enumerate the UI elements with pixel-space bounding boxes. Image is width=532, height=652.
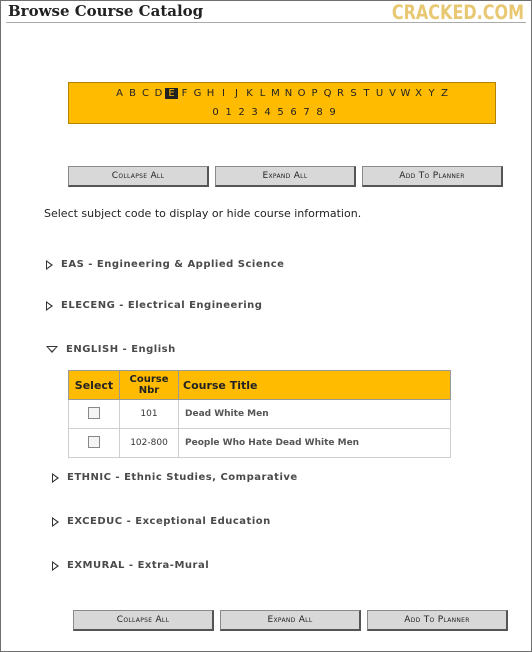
letter-link-g[interactable]: G	[191, 88, 204, 99]
brand-logo: CRACKED.COM	[391, 1, 524, 24]
subject-name: Engineering & Applied Science	[96, 259, 285, 270]
letter-link-l[interactable]: L	[256, 88, 269, 99]
subject-separator: -	[111, 472, 125, 483]
letter-link-s[interactable]: S	[347, 88, 360, 99]
course-nbr-cell: 102-800	[119, 428, 179, 458]
letter-link-h[interactable]: H	[204, 88, 217, 99]
letter-link-f[interactable]: F	[178, 88, 191, 99]
subject-english[interactable]: ENGLISH - English	[46, 344, 176, 355]
subject-exmural[interactable]: EXMURAL - Extra-Mural	[52, 560, 209, 571]
subject-exceduc[interactable]: EXCEDUC - Exceptional Education	[52, 516, 271, 527]
course-nbr-header: Course Nbr	[119, 370, 179, 400]
subject-code: ELECENG	[61, 300, 116, 311]
digit-link-4[interactable]: 4	[261, 107, 274, 118]
letter-link-u[interactable]: U	[373, 88, 386, 99]
digit-link-0[interactable]: 0	[209, 107, 222, 118]
subject-code: ETHNIC	[67, 472, 112, 483]
letter-link-m[interactable]: M	[269, 88, 282, 99]
letter-link-a[interactable]: A	[113, 88, 126, 99]
letter-link-j[interactable]: J	[230, 88, 243, 99]
expand-arrow-icon	[52, 516, 59, 527]
collapse-arrow-icon	[46, 346, 58, 353]
subject-code: EXMURAL	[67, 560, 125, 571]
letter-row: ABCDEFGHIJKLMNOPQRSTUVWXYZ	[69, 88, 495, 99]
course-title-cell: People Who Hate Dead White Men	[178, 428, 451, 458]
table-row: 101 Dead White Men	[68, 399, 451, 429]
subject-name: Exceptional Education	[135, 516, 271, 527]
collapse-all-button[interactable]: Collapse All	[73, 610, 214, 631]
letter-link-y[interactable]: Y	[425, 88, 438, 99]
letter-link-z[interactable]: Z	[438, 88, 451, 99]
digit-link-5[interactable]: 5	[274, 107, 287, 118]
top-button-row: Collapse All Expand All Add To Planner	[68, 166, 503, 187]
alphabet-bar: ABCDEFGHIJKLMNOPQRSTUVWXYZ 0123456789	[68, 82, 496, 124]
expand-arrow-icon	[52, 560, 59, 571]
letter-link-t[interactable]: T	[360, 88, 373, 99]
subject-separator: -	[122, 516, 136, 527]
bottom-button-row: Collapse All Expand All Add To Planner	[73, 610, 508, 631]
collapse-all-button[interactable]: Collapse All	[68, 166, 209, 187]
letter-link-x[interactable]: X	[412, 88, 425, 99]
subject-eas[interactable]: EAS - Engineering & Applied Science	[46, 259, 284, 270]
subject-name: Ethnic Studies, Comparative	[124, 472, 298, 483]
select-header: Select	[68, 370, 120, 400]
title-divider	[6, 22, 526, 23]
letter-link-c[interactable]: C	[139, 88, 152, 99]
course-title-cell: Dead White Men	[178, 399, 451, 429]
letter-link-p[interactable]: P	[308, 88, 321, 99]
expand-arrow-icon	[46, 300, 53, 311]
letter-link-i[interactable]: I	[217, 88, 230, 99]
instruction-text: Select subject code to display or hide c…	[44, 207, 362, 220]
table-row: 102-800 People Who Hate Dead White Men	[68, 428, 451, 458]
letter-link-o[interactable]: O	[295, 88, 308, 99]
letter-link-k[interactable]: K	[243, 88, 256, 99]
course-title-header: Course Title	[178, 370, 451, 400]
table-header-row: Select Course Nbr Course Title	[68, 370, 451, 400]
subject-eleceng[interactable]: ELECENG - Electrical Engineering	[46, 300, 262, 311]
subject-separator: -	[118, 344, 132, 355]
digit-link-6[interactable]: 6	[287, 107, 300, 118]
letter-link-e[interactable]: E	[165, 88, 178, 99]
subject-separator: -	[84, 259, 97, 270]
subject-name: English	[131, 344, 176, 355]
subject-separator: -	[115, 300, 128, 311]
letter-link-b[interactable]: B	[126, 88, 139, 99]
course-table: Select Course Nbr Course Title 101 Dead …	[68, 370, 451, 458]
letter-link-d[interactable]: D	[152, 88, 165, 99]
add-to-planner-button[interactable]: Add To Planner	[367, 610, 508, 631]
course-nbr-cell: 101	[119, 399, 179, 429]
digit-link-9[interactable]: 9	[326, 107, 339, 118]
page-title: Browse Course Catalog	[8, 2, 204, 20]
expand-all-button[interactable]: Expand All	[215, 166, 356, 187]
subject-ethnic[interactable]: ETHNIC - Ethnic Studies, Comparative	[52, 472, 298, 483]
expand-all-button[interactable]: Expand All	[220, 610, 361, 631]
subject-code: ENGLISH	[66, 344, 119, 355]
digit-link-8[interactable]: 8	[313, 107, 326, 118]
digit-link-7[interactable]: 7	[300, 107, 313, 118]
letter-link-r[interactable]: R	[334, 88, 347, 99]
subject-separator: -	[124, 560, 138, 571]
letter-link-q[interactable]: Q	[321, 88, 334, 99]
select-checkbox[interactable]	[88, 435, 100, 448]
letter-link-n[interactable]: N	[282, 88, 295, 99]
subject-code: EXCEDUC	[67, 516, 123, 527]
expand-arrow-icon	[52, 472, 59, 483]
subject-name: Electrical Engineering	[127, 300, 263, 311]
letter-link-v[interactable]: V	[386, 88, 399, 99]
digit-row: 0123456789	[69, 107, 495, 118]
subject-name: Extra-Mural	[137, 560, 210, 571]
digit-link-2[interactable]: 2	[235, 107, 248, 118]
letter-link-w[interactable]: W	[399, 88, 412, 99]
add-to-planner-button[interactable]: Add To Planner	[362, 166, 503, 187]
digit-link-1[interactable]: 1	[222, 107, 235, 118]
digit-link-3[interactable]: 3	[248, 107, 261, 118]
subject-code: EAS	[61, 259, 85, 270]
expand-arrow-icon	[46, 259, 53, 270]
select-checkbox[interactable]	[88, 406, 100, 419]
